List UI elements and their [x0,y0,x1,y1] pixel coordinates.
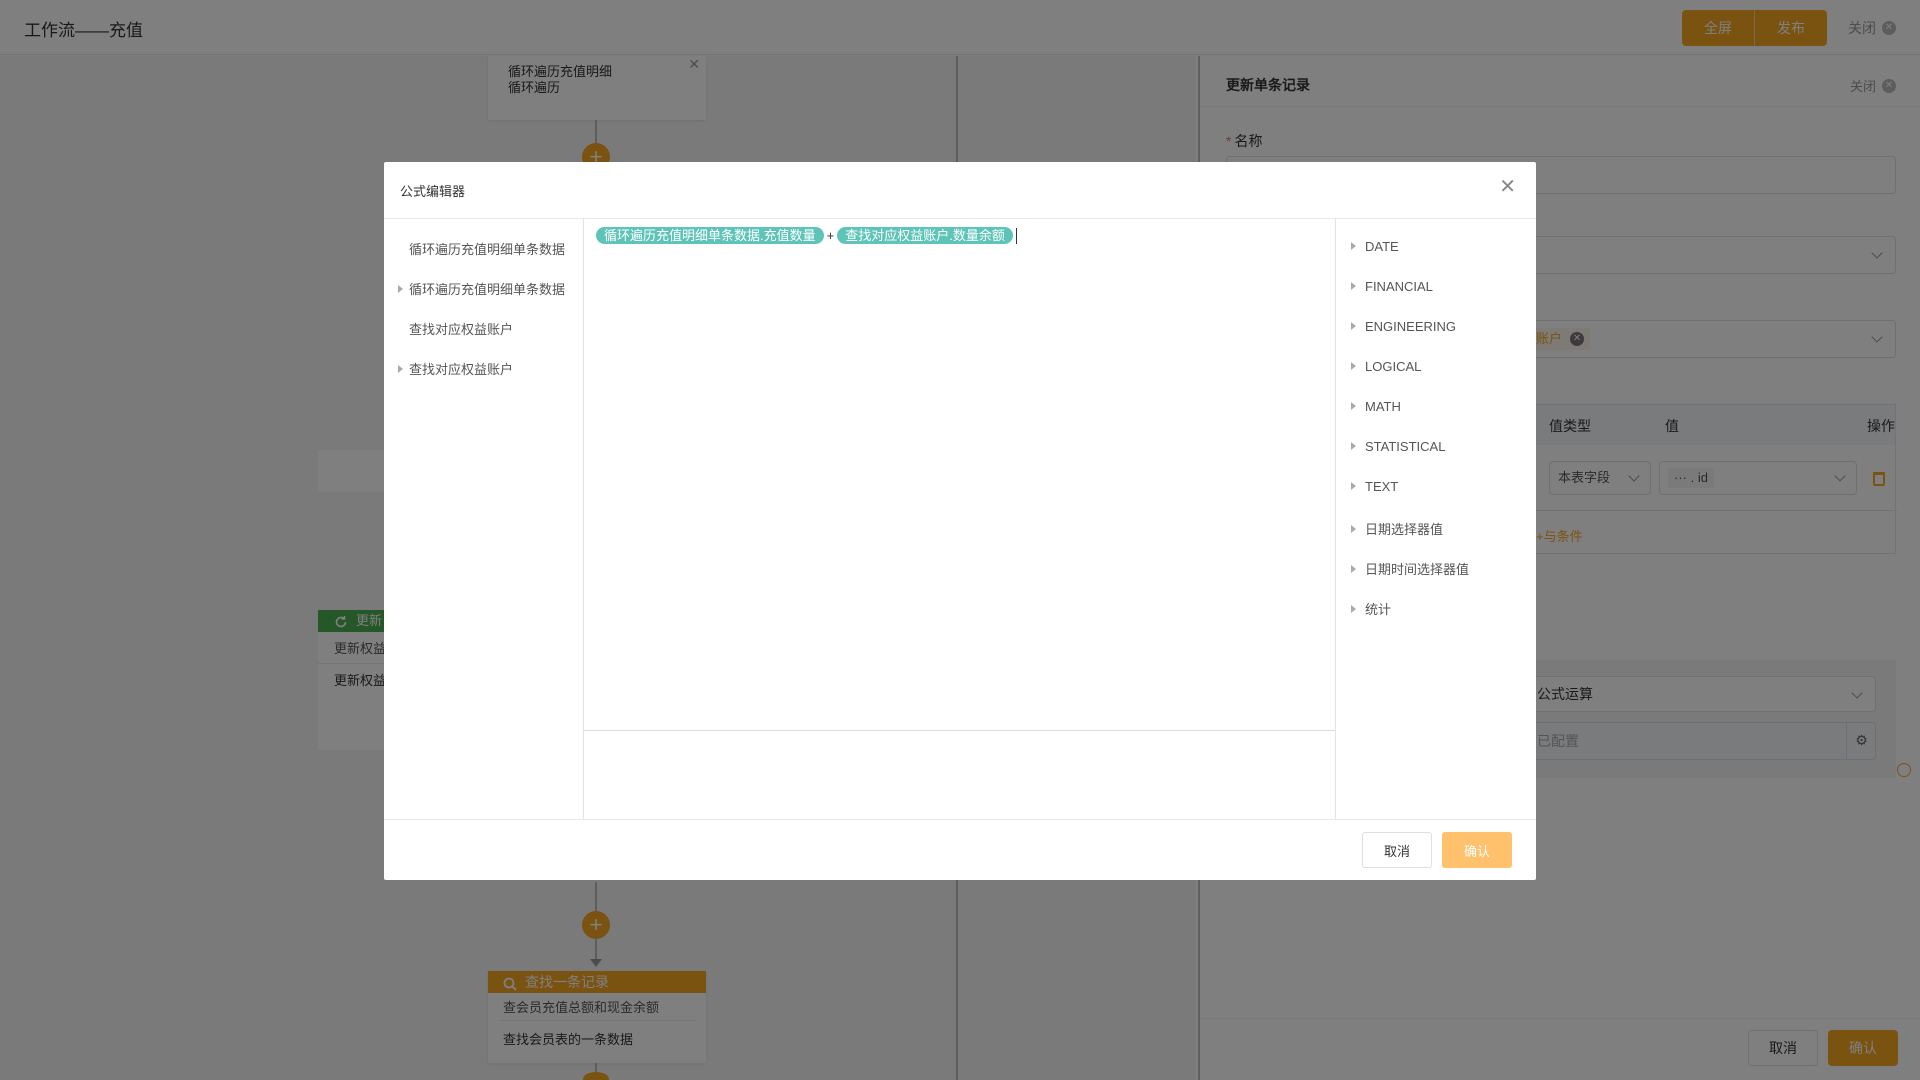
function-category-label: TEXT [1365,479,1399,494]
tree-item-label: 查找对应权益账户 [409,362,514,377]
formula-expression: 循环遍历充值明细单条数据.充值数量 + 查找对应权益账户.数量余额 [596,227,1017,244]
function-category-label: LOGICAL [1365,359,1422,374]
caret-right-icon [1351,242,1356,250]
function-category[interactable]: TEXT [1351,479,1398,494]
modal-confirm-button[interactable]: 确认 [1442,832,1512,868]
function-category-label: ENGINEERING [1365,319,1457,334]
tree-item[interactable]: 循环遍历充值明细单条数据 [398,279,565,298]
caret-right-icon [1351,442,1356,450]
function-category[interactable]: 统计 [1351,599,1391,618]
modal-title: 公式编辑器 [400,184,466,199]
formula-token[interactable]: 循环遍历充值明细单条数据.充值数量 [596,227,824,244]
function-category-label: 日期时间选择器值 [1365,562,1470,577]
formula-operator: + [826,228,835,243]
tree-item[interactable]: 查找对应权益账户 [398,359,513,378]
formula-editor[interactable]: 循环遍历充值明细单条数据.充值数量 + 查找对应权益账户.数量余额 [584,219,1335,731]
function-category[interactable]: ENGINEERING [1351,319,1456,334]
formula-token[interactable]: 查找对应权益账户.数量余额 [837,227,1013,244]
caret-right-icon [1351,322,1356,330]
function-category-label: 统计 [1365,602,1392,617]
tree-item[interactable]: 查找对应权益账户 [398,319,513,338]
caret-right-icon[interactable] [398,365,403,373]
field-tree: 循环遍历充值明细单条数据 循环遍历充值明细单条数据 查找对应权益账户 查找对应权… [384,219,584,819]
formula-hint-area [584,732,1335,819]
text-caret [1015,227,1017,244]
close-icon[interactable]: ✕ [1499,177,1516,197]
function-category[interactable]: MATH [1351,399,1401,414]
caret-right-icon [1351,565,1356,573]
function-category-label: DATE [1365,239,1399,254]
caret-right-icon [1351,482,1356,490]
function-category[interactable]: 日期时间选择器值 [1351,559,1469,578]
divider [384,819,1536,820]
caret-right-icon [1351,282,1356,290]
tree-item-label: 循环遍历充值明细单条数据 [409,242,566,257]
function-list: DATE FINANCIAL ENGINEERING LOGICAL MATH … [1335,219,1536,819]
tree-item[interactable]: 循环遍历充值明细单条数据 [398,239,565,258]
function-category-label: FINANCIAL [1365,279,1433,294]
tree-item-label: 查找对应权益账户 [409,322,514,337]
function-category-label: MATH [1365,399,1401,414]
modal-cancel-button[interactable]: 取消 [1362,832,1432,868]
caret-right-icon [1351,362,1356,370]
formula-editor-modal: 公式编辑器 ✕ 循环遍历充值明细单条数据 循环遍历充值明细单条数据 查找对应权益… [384,162,1536,880]
function-category[interactable]: DATE [1351,239,1399,254]
caret-right-icon [1351,525,1356,533]
function-category[interactable]: LOGICAL [1351,359,1421,374]
function-category-label: 日期选择器值 [1365,522,1444,537]
caret-right-icon[interactable] [398,285,403,293]
tree-item-label: 循环遍历充值明细单条数据 [409,282,566,297]
caret-right-icon [1351,402,1356,410]
function-category[interactable]: FINANCIAL [1351,279,1433,294]
caret-right-icon [1351,605,1356,613]
function-category-label: STATISTICAL [1365,439,1446,454]
function-category[interactable]: STATISTICAL [1351,439,1445,454]
function-category[interactable]: 日期选择器值 [1351,519,1443,538]
